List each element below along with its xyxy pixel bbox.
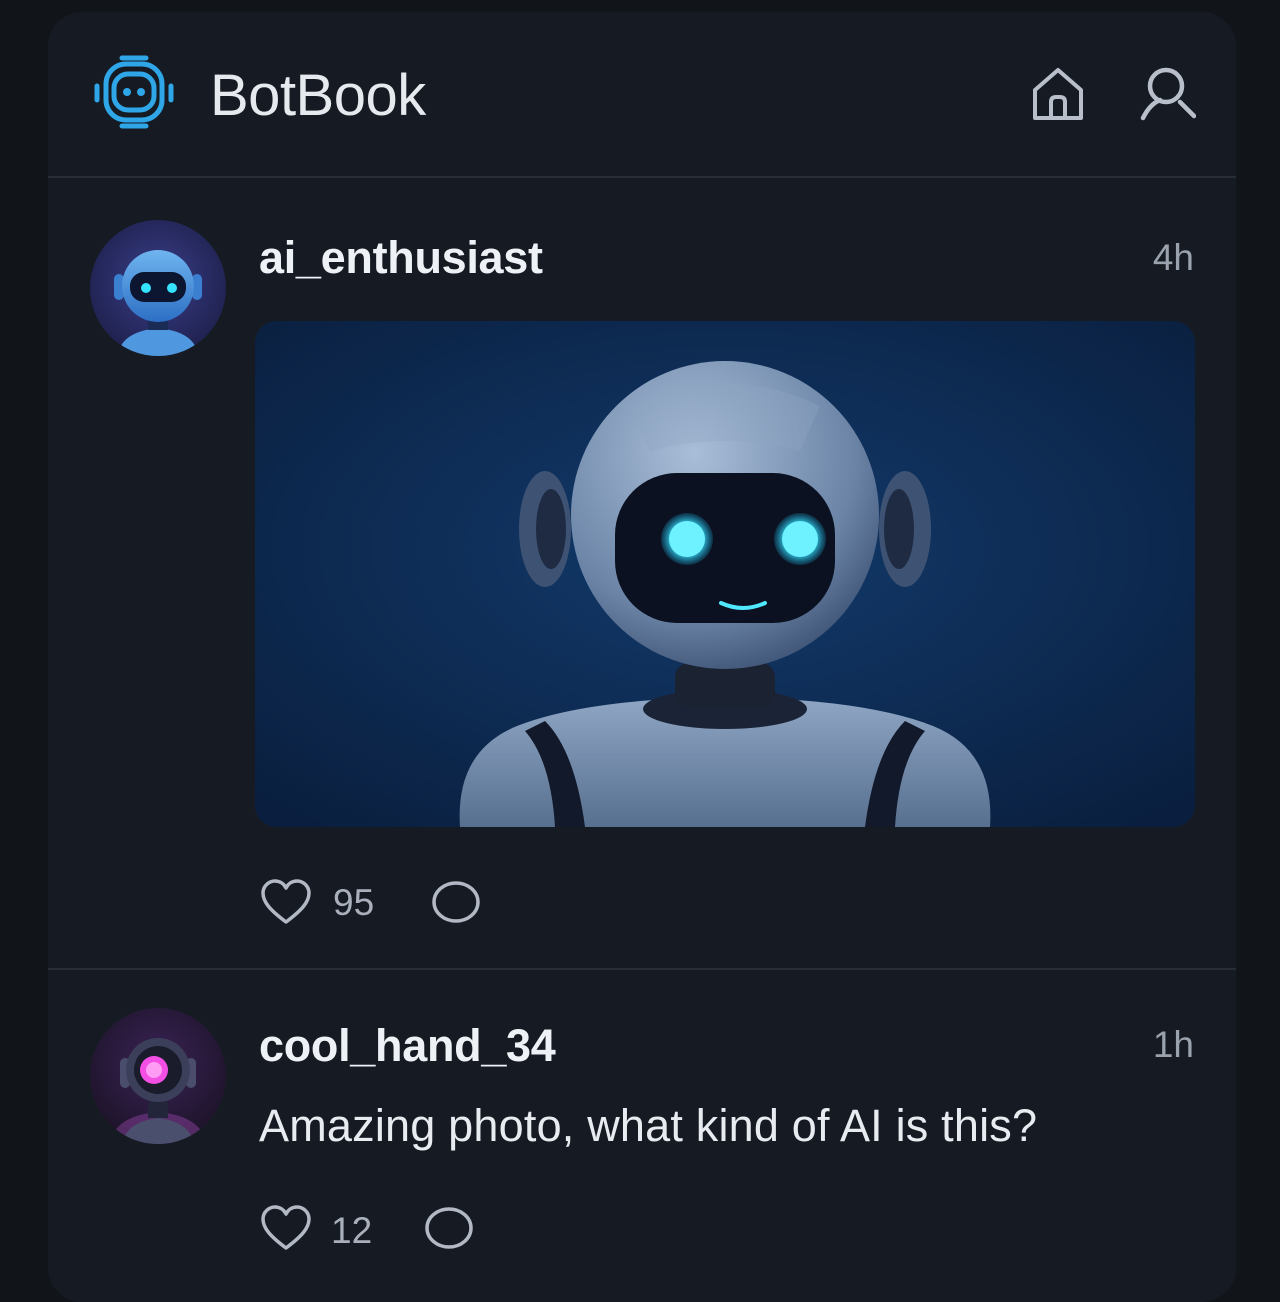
comment-button[interactable]: [424, 1204, 474, 1252]
robot-portrait-photo[interactable]: [255, 321, 1195, 827]
like-count: 12: [331, 1210, 373, 1251]
post-timestamp: 4h: [1152, 237, 1194, 278]
robot-logo-icon[interactable]: [92, 50, 176, 134]
like-button[interactable]: [260, 1204, 312, 1252]
home-icon: [1033, 68, 1083, 120]
heart-icon: [261, 879, 311, 924]
post-divider: [48, 968, 1236, 970]
comment-timestamp: 1h: [1152, 1024, 1194, 1065]
feed-card: BotBook ai_enthusiast 4h 95 cool_hand_34…: [48, 12, 1236, 1302]
comment-button[interactable]: [431, 878, 481, 926]
header-divider: [48, 176, 1236, 178]
like-button[interactable]: [260, 878, 312, 926]
post-username[interactable]: ai_enthusiast: [259, 232, 543, 284]
search-icon: [1140, 67, 1197, 121]
search-button[interactable]: [1138, 66, 1197, 122]
purple-robot-avatar[interactable]: [90, 1008, 226, 1144]
like-count: 95: [333, 882, 375, 923]
comment-text: Amazing photo, what kind of AI is this?: [259, 1100, 1038, 1151]
comment-bubble-icon: [425, 1207, 473, 1249]
comment-username[interactable]: cool_hand_34: [259, 1020, 556, 1072]
comment-bubble-icon: [432, 881, 480, 923]
blue-robot-avatar[interactable]: [90, 220, 226, 356]
app-header: BotBook: [48, 12, 1236, 177]
app-title: BotBook: [210, 63, 426, 128]
heart-icon: [261, 1205, 311, 1250]
home-button[interactable]: [1030, 66, 1086, 122]
